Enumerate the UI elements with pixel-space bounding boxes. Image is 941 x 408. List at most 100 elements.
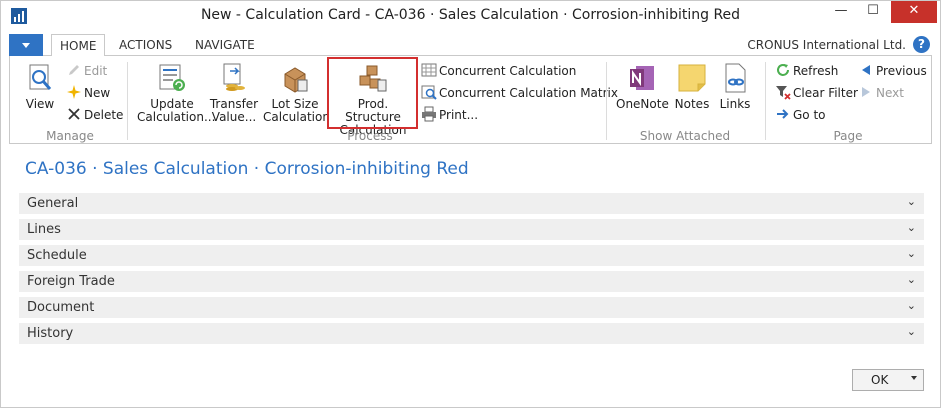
clear-filter-label: Clear Filter	[793, 86, 858, 100]
refresh-icon	[777, 64, 789, 76]
fasttab-lines[interactable]: Lines ⌄	[19, 218, 924, 240]
previous-icon	[862, 65, 870, 75]
chevron-down-icon: ⌄	[906, 195, 916, 208]
tab-actions[interactable]: ACTIONS	[111, 34, 180, 56]
print-button[interactable]: Print...	[421, 106, 478, 124]
application-menu-button[interactable]	[9, 34, 43, 56]
onenote-icon	[630, 66, 654, 90]
chevron-down-icon: ⌄	[906, 299, 916, 312]
view-label: View	[25, 97, 55, 111]
note-icon	[678, 64, 706, 92]
delete-label: Delete	[84, 108, 124, 122]
fasttab-label: Document	[27, 300, 95, 315]
transfer-value-button[interactable]: Transfer Value...	[208, 62, 260, 124]
onenote-label: OneNote	[616, 97, 669, 111]
highlight-box	[327, 57, 418, 129]
fasttab-label: Schedule	[27, 248, 87, 263]
ribbon-tab-row: HOME ACTIONS NAVIGATE CRONUS Internation…	[9, 34, 932, 57]
ok-button[interactable]: OK	[852, 369, 924, 391]
edit-button[interactable]: Edit	[66, 62, 107, 80]
chevron-down-icon[interactable]	[911, 376, 917, 380]
matrix-search-icon	[421, 85, 437, 100]
view-icon	[29, 64, 52, 90]
chevron-down-icon: ⌄	[906, 325, 916, 338]
group-label-process: Process	[347, 129, 393, 143]
group-label-show-attached: Show Attached	[639, 129, 731, 143]
title-bar: New - Calculation Card - CA-036 · Sales …	[1, 1, 940, 31]
next-icon	[862, 87, 870, 97]
delete-icon	[68, 108, 80, 120]
fasttab-schedule[interactable]: Schedule ⌄	[19, 244, 924, 266]
clear-filter-button[interactable]: Clear Filter	[775, 84, 858, 102]
tab-navigate[interactable]: NAVIGATE	[187, 34, 263, 56]
concurrent-calculation-label: Concurrent Calculation	[439, 64, 577, 78]
group-separator	[606, 62, 607, 140]
transfer-value-icon	[223, 63, 245, 91]
window-title: New - Calculation Card - CA-036 · Sales …	[200, 7, 741, 23]
chevron-down-icon: ⌄	[906, 273, 916, 286]
notes-label: Notes	[674, 97, 710, 111]
previous-button[interactable]: Previous	[858, 62, 927, 80]
next-button[interactable]: Next	[858, 84, 904, 102]
printer-icon	[422, 106, 436, 122]
transfer-value-label-1: Transfer	[209, 97, 259, 111]
fasttab-document[interactable]: Document ⌄	[19, 296, 924, 318]
new-button[interactable]: New	[66, 84, 110, 102]
calculation-card-window: New - Calculation Card - CA-036 · Sales …	[0, 0, 941, 408]
chevron-down-icon: ⌄	[906, 221, 916, 234]
update-calculation-button[interactable]: Update Calculation...	[137, 62, 215, 124]
print-label: Print...	[439, 108, 479, 122]
fasttab-history[interactable]: History ⌄	[19, 322, 924, 344]
group-label-page: Page	[833, 129, 863, 143]
fasttab-label: History	[27, 326, 74, 341]
fasttab-label: Lines	[27, 222, 61, 237]
pencil-icon	[69, 65, 79, 75]
concurrent-calculation-matrix-button[interactable]: Concurrent Calculation Matrix	[421, 84, 618, 102]
chevron-down-icon	[22, 43, 30, 48]
edit-label: Edit	[84, 64, 108, 78]
page-title: CA-036 · Sales Calculation · Corrosion-i…	[25, 159, 469, 179]
concurrent-calculation-button[interactable]: Concurrent Calculation	[421, 62, 576, 80]
go-to-button[interactable]: Go to	[775, 106, 826, 124]
view-button[interactable]: View	[20, 62, 60, 111]
help-icon[interactable]: ?	[913, 36, 930, 53]
clear-filter-icon	[776, 86, 791, 100]
group-separator	[765, 62, 766, 140]
refresh-button[interactable]: Refresh	[775, 62, 838, 80]
fasttab-general[interactable]: General ⌄	[19, 192, 924, 214]
lot-size-label-1: Lot Size	[271, 97, 319, 111]
concurrent-calculation-matrix-label: Concurrent Calculation Matrix	[439, 86, 618, 100]
maximize-button[interactable]: ☐	[859, 1, 887, 23]
refresh-label: Refresh	[793, 64, 839, 78]
fasttab-label: Foreign Trade	[27, 274, 115, 289]
fasttab-label: General	[27, 196, 79, 211]
go-to-label: Go to	[793, 108, 826, 122]
update-calculation-label-1: Update	[150, 97, 194, 111]
fasttab-foreign-trade[interactable]: Foreign Trade ⌄	[19, 270, 924, 292]
links-label: Links	[719, 97, 751, 111]
next-label: Next	[876, 86, 904, 100]
update-calculation-icon	[159, 64, 185, 91]
update-calculation-label-2: Calculation...	[137, 110, 216, 124]
ribbon: View Edit New Delete Manage Update Calcu…	[9, 56, 932, 144]
lot-size-icon	[284, 67, 308, 93]
chevron-down-icon: ⌄	[906, 247, 916, 260]
onenote-button[interactable]: OneNote	[616, 62, 669, 111]
arrow-right-icon	[777, 109, 789, 119]
company-name: CRONUS International Ltd.	[747, 38, 906, 52]
close-button[interactable]: ✕	[891, 1, 937, 23]
lot-size-calculation-button[interactable]: Lot Size Calculation	[263, 62, 330, 124]
grid-icon	[421, 63, 437, 77]
new-label: New	[84, 86, 111, 100]
group-label-manage: Manage	[46, 129, 94, 143]
link-icon	[725, 63, 746, 93]
tab-home[interactable]: HOME	[51, 34, 106, 57]
new-icon	[67, 85, 81, 99]
delete-button[interactable]: Delete	[66, 106, 123, 124]
links-button[interactable]: Links	[717, 62, 753, 111]
notes-button[interactable]: Notes	[673, 62, 711, 111]
ok-label: OK	[871, 373, 889, 387]
transfer-value-label-2: Value...	[211, 110, 257, 124]
lot-size-label-2: Calculation	[263, 110, 330, 124]
minimize-button[interactable]: —	[827, 1, 855, 23]
